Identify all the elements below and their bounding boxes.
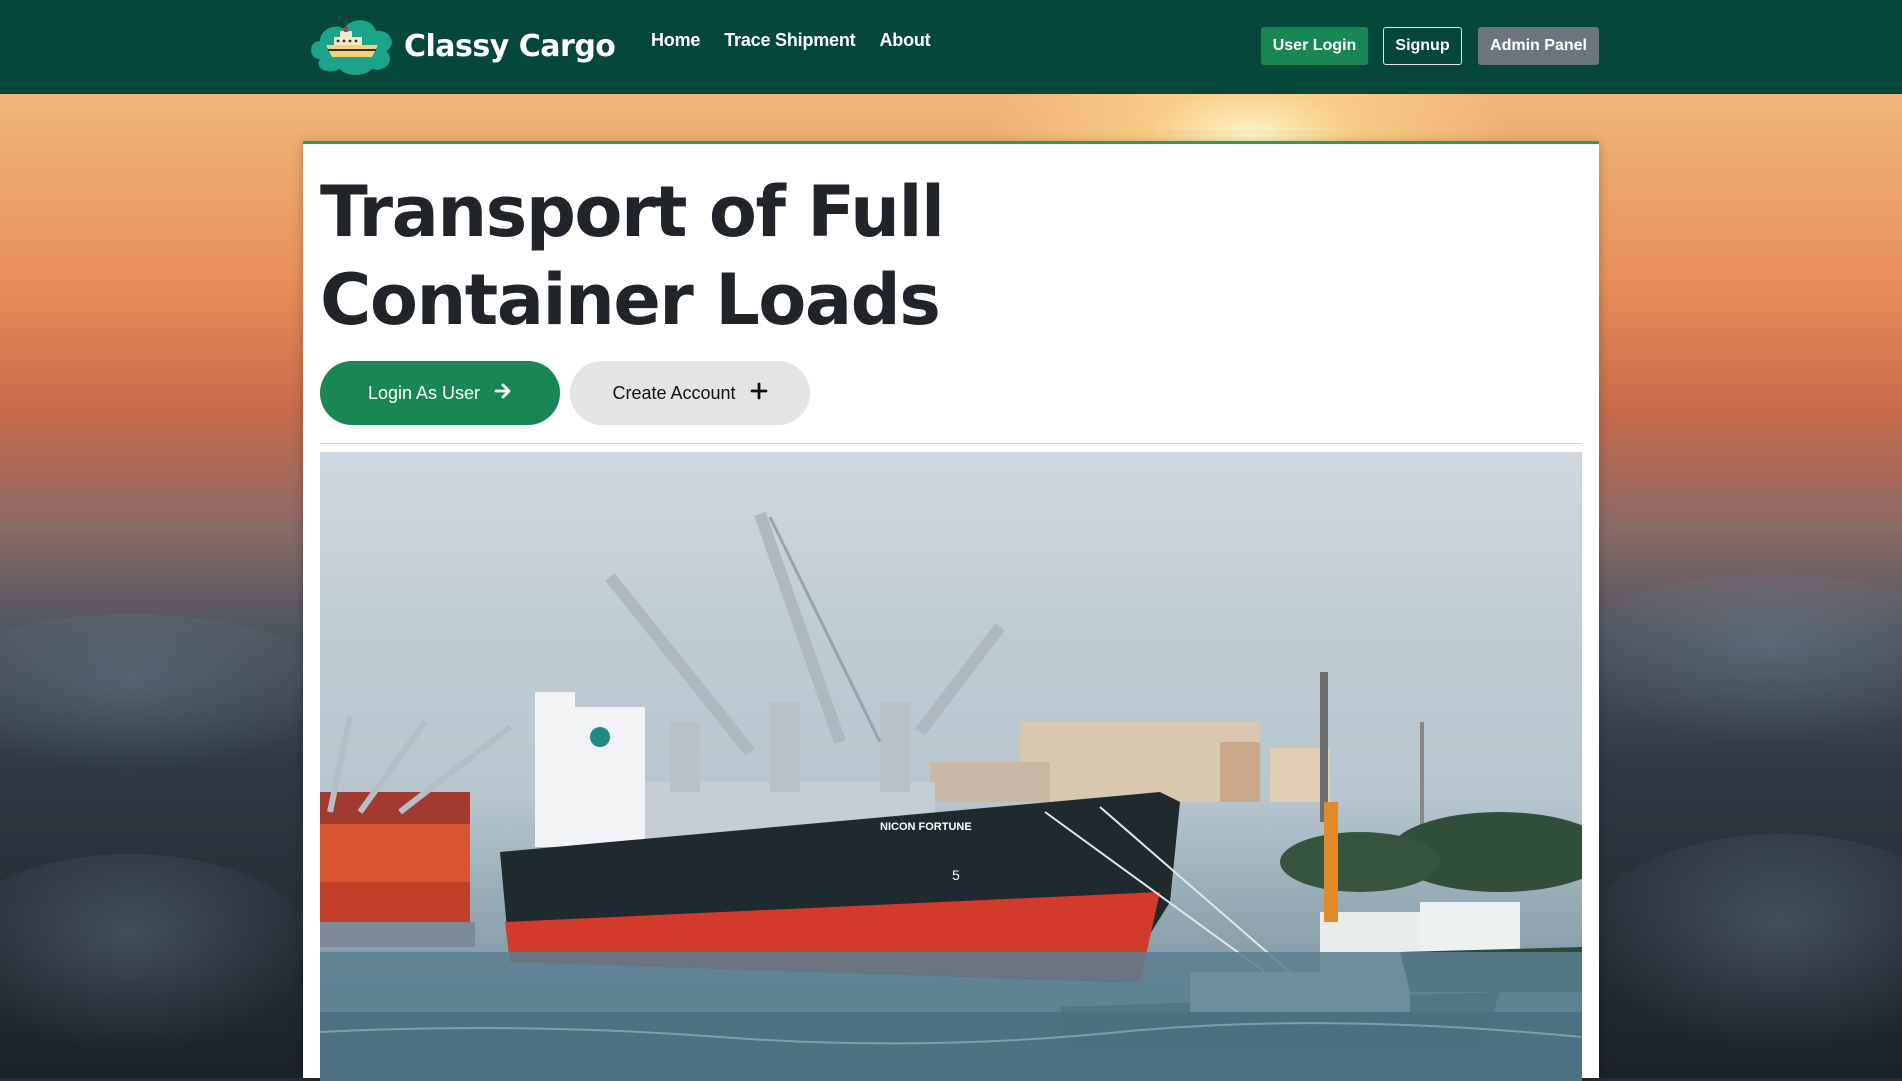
signup-button[interactable]: Signup	[1383, 27, 1462, 65]
nav-links: Home Trace Shipment About	[651, 30, 931, 51]
hero-title-line1: Transport of Full	[320, 171, 945, 253]
hero-title: Transport of Full Container Loads	[320, 168, 1020, 344]
login-as-user-label: Login As User	[367, 382, 481, 403]
nav-home[interactable]: Home	[651, 30, 700, 51]
divider	[320, 443, 1582, 444]
user-login-button[interactable]: User Login	[1261, 27, 1368, 65]
plus-icon	[750, 382, 768, 405]
ship-name-text: NICON FORTUNE	[880, 821, 972, 833]
hull-mark-text: 5	[952, 867, 960, 883]
nav-trace-shipment[interactable]: Trace Shipment	[724, 30, 855, 51]
brand[interactable]: Classy Cargo	[306, 12, 616, 80]
hero-title-line2: Container Loads	[320, 259, 941, 341]
brand-name: Classy Cargo	[404, 28, 616, 64]
cargo-ship-image: NICON FORTUNE 5	[320, 452, 1582, 1081]
nav-about[interactable]: About	[879, 30, 930, 51]
login-as-user-button[interactable]: Login As User	[320, 361, 560, 425]
arrow-right-icon	[494, 382, 512, 405]
create-account-label: Create Account	[612, 382, 736, 403]
hero-card: Transport of Full Container Loads Login …	[303, 141, 1599, 1081]
create-account-button[interactable]: Create Account	[570, 361, 810, 425]
admin-panel-button[interactable]: Admin Panel	[1478, 27, 1599, 65]
ship-icon	[306, 15, 398, 77]
navbar: Classy Cargo Home Trace Shipment About U…	[0, 0, 1902, 94]
